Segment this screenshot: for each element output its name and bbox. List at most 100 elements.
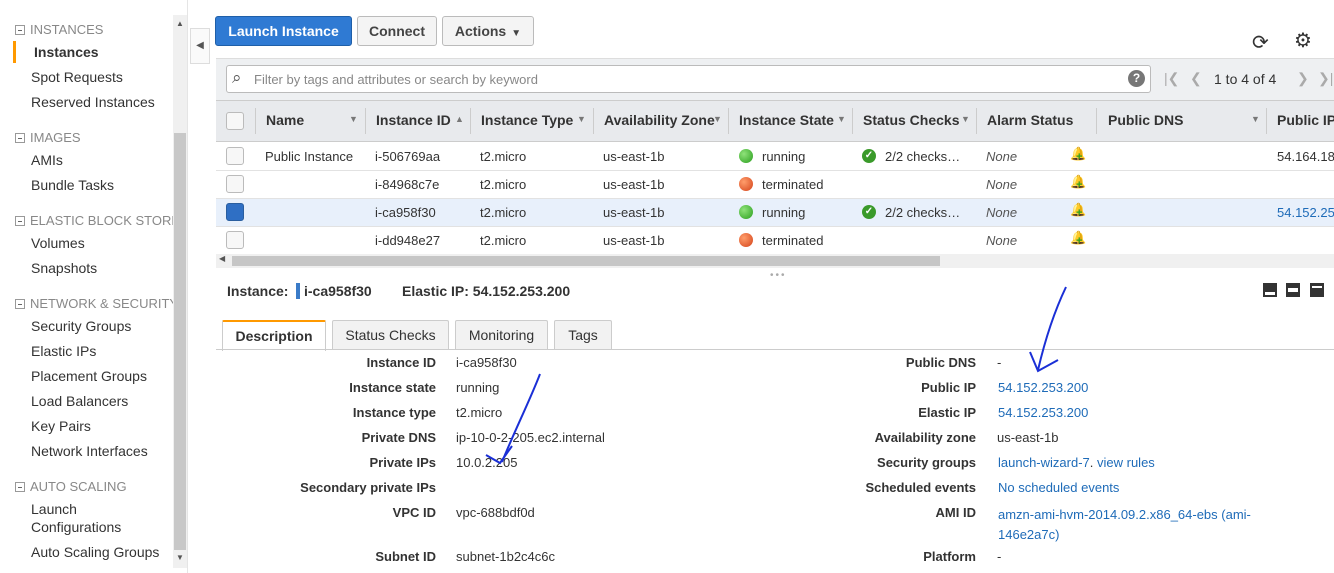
sidebar-item-reserved-instances[interactable]: Reserved Instances — [31, 93, 155, 111]
value-public-dns: - — [997, 355, 1002, 370]
row-checkbox[interactable] — [226, 147, 244, 165]
help-icon[interactable]: ? — [1128, 70, 1145, 87]
actions-button[interactable]: Actions ▼ — [442, 16, 534, 46]
add-alarm-icon[interactable]: 🔔 + — [1070, 202, 1086, 219]
section-ebs[interactable]: ELASTIC BLOCK STORE — [15, 213, 180, 228]
details-instance-label: Instance: — [227, 283, 289, 299]
section-instances[interactable]: INSTANCES — [15, 22, 103, 37]
sidebar-item-key-pairs[interactable]: Key Pairs — [31, 417, 91, 435]
row-checkbox-checked[interactable] — [226, 203, 244, 221]
sidebar-item-network-interfaces[interactable]: Network Interfaces — [31, 442, 148, 460]
section-auto-scaling[interactable]: AUTO SCALING — [15, 479, 127, 494]
scroll-down-icon[interactable]: ▼ — [176, 553, 184, 562]
column-instance-state[interactable]: Instance State — [739, 112, 834, 128]
layout-bottom-icon[interactable] — [1263, 283, 1277, 297]
tab-monitoring[interactable]: Monitoring — [455, 320, 548, 350]
connect-button[interactable]: Connect — [357, 16, 437, 46]
select-all-checkbox[interactable] — [226, 112, 244, 130]
column-alarm-status[interactable]: Alarm Status — [987, 112, 1073, 128]
section-images[interactable]: IMAGES — [15, 130, 81, 145]
sidebar-item-spot-requests[interactable]: Spot Requests — [31, 68, 123, 86]
tab-status-checks[interactable]: Status Checks — [332, 320, 449, 350]
value-scheduled-events[interactable]: No scheduled events — [998, 480, 1119, 495]
next-page-icon[interactable]: ❯ — [1297, 70, 1309, 87]
layout-split-icon[interactable] — [1286, 283, 1300, 297]
column-availability-zone[interactable]: Availability Zone — [604, 112, 715, 128]
tab-tags[interactable]: Tags — [554, 320, 612, 350]
chevron-down-icon[interactable]: ▼ — [577, 114, 586, 124]
section-network-security[interactable]: NETWORK & SECURITY — [15, 296, 178, 311]
first-page-icon[interactable]: |❮ — [1164, 70, 1179, 87]
sidebar-item-snapshots[interactable]: Snapshots — [31, 259, 97, 277]
sidebar-scroll-thumb[interactable] — [174, 133, 186, 550]
cell-alarm: None — [986, 233, 1018, 248]
prev-page-icon[interactable]: ❮ — [1190, 70, 1202, 87]
collapse-icon — [15, 298, 25, 309]
check-icon: ✓ — [862, 205, 876, 219]
instance-marker — [296, 283, 300, 299]
gear-icon[interactable]: ⚙ — [1294, 28, 1312, 53]
column-divider — [976, 108, 977, 134]
search-input[interactable] — [254, 69, 1114, 89]
scroll-left-icon[interactable]: ◀ — [219, 254, 225, 263]
horizontal-scroll-thumb[interactable] — [232, 256, 940, 266]
sidebar-item-auto-scaling-groups[interactable]: Auto Scaling Groups — [31, 543, 159, 561]
tab-description[interactable]: Description — [222, 320, 326, 351]
view-rules-link[interactable]: view rules — [1097, 455, 1155, 470]
collapse-sidebar-button[interactable]: ◀ — [190, 28, 210, 64]
row-checkbox[interactable] — [226, 175, 244, 193]
layout-top-icon[interactable] — [1310, 283, 1324, 297]
chevron-down-icon[interactable]: ▼ — [713, 114, 722, 124]
pagination-text: 1 to 4 of 4 — [1214, 71, 1277, 87]
column-divider — [255, 108, 256, 134]
label-subnet-id: Subnet ID — [375, 549, 436, 564]
label-line: Configurations — [31, 519, 122, 535]
resize-grip-icon[interactable]: ••• — [770, 270, 787, 281]
security-group-link[interactable]: launch-wizard-7 — [998, 455, 1090, 470]
refresh-icon[interactable]: ⟳ — [1252, 30, 1269, 55]
sort-asc-icon[interactable]: ▲ — [455, 114, 464, 124]
sidebar-item-security-groups[interactable]: Security Groups — [31, 317, 131, 335]
value-security-groups[interactable]: launch-wizard-7. view rules — [998, 455, 1155, 470]
value-public-ip[interactable]: 54.152.253.200 — [998, 380, 1088, 395]
last-page-icon[interactable]: ❯| — [1318, 70, 1333, 87]
sidebar: INSTANCES Instances Spot Requests Reserv… — [0, 0, 188, 573]
cell-public-ip[interactable]: 54.152.25 — [1277, 205, 1334, 220]
annotation-arrow-private-ip — [501, 373, 541, 463]
label-scheduled-events: Scheduled events — [865, 480, 976, 495]
value-private-dns: ip-10-0-2-205.ec2.internal — [456, 430, 605, 445]
add-alarm-icon[interactable]: 🔔 + — [1070, 146, 1086, 163]
sidebar-item-bundle-tasks[interactable]: Bundle Tasks — [31, 176, 114, 194]
column-instance-id[interactable]: Instance ID — [376, 112, 451, 128]
row-checkbox[interactable] — [226, 231, 244, 249]
sidebar-item-volumes[interactable]: Volumes — [31, 234, 85, 252]
sidebar-item-instances[interactable]: Instances — [34, 43, 99, 61]
launch-instance-button[interactable]: Launch Instance — [215, 16, 352, 46]
chevron-down-icon[interactable]: ▼ — [1251, 114, 1260, 124]
value-availability-zone: us-east-1b — [997, 430, 1059, 445]
column-name[interactable]: Name — [266, 112, 304, 128]
chevron-down-icon[interactable]: ▼ — [961, 114, 970, 124]
column-public-ip[interactable]: Public IP — [1277, 112, 1334, 128]
column-status-checks[interactable]: Status Checks — [863, 112, 959, 128]
sidebar-item-load-balancers[interactable]: Load Balancers — [31, 392, 128, 410]
column-instance-type[interactable]: Instance Type — [481, 112, 573, 128]
chevron-down-icon[interactable]: ▼ — [349, 114, 358, 124]
actions-label: Actions — [454, 23, 507, 39]
column-divider — [1266, 108, 1267, 134]
column-public-dns[interactable]: Public DNS — [1108, 112, 1183, 128]
add-alarm-icon[interactable]: 🔔 + — [1070, 174, 1086, 191]
cell-name: Public Instance — [265, 149, 354, 164]
sidebar-item-elastic-ips[interactable]: Elastic IPs — [31, 342, 96, 360]
column-divider — [1096, 108, 1097, 134]
chevron-down-icon[interactable]: ▼ — [837, 114, 846, 124]
sidebar-item-amis[interactable]: AMIs — [31, 151, 63, 169]
scroll-up-icon[interactable]: ▲ — [176, 19, 184, 28]
add-alarm-icon[interactable]: 🔔 + — [1070, 230, 1086, 247]
value-elastic-ip[interactable]: 54.152.253.200 — [998, 405, 1088, 420]
value-ami-id[interactable]: amzn-ami-hvm-2014.09.2.x86_64-ebs (ami- 1… — [998, 505, 1251, 545]
sidebar-item-placement-groups[interactable]: Placement Groups — [31, 367, 147, 385]
sidebar-item-launch-configurations[interactable]: Launch Configurations — [31, 500, 121, 536]
label-public-ip: Public IP — [921, 380, 976, 395]
section-title: INSTANCES — [30, 22, 104, 37]
